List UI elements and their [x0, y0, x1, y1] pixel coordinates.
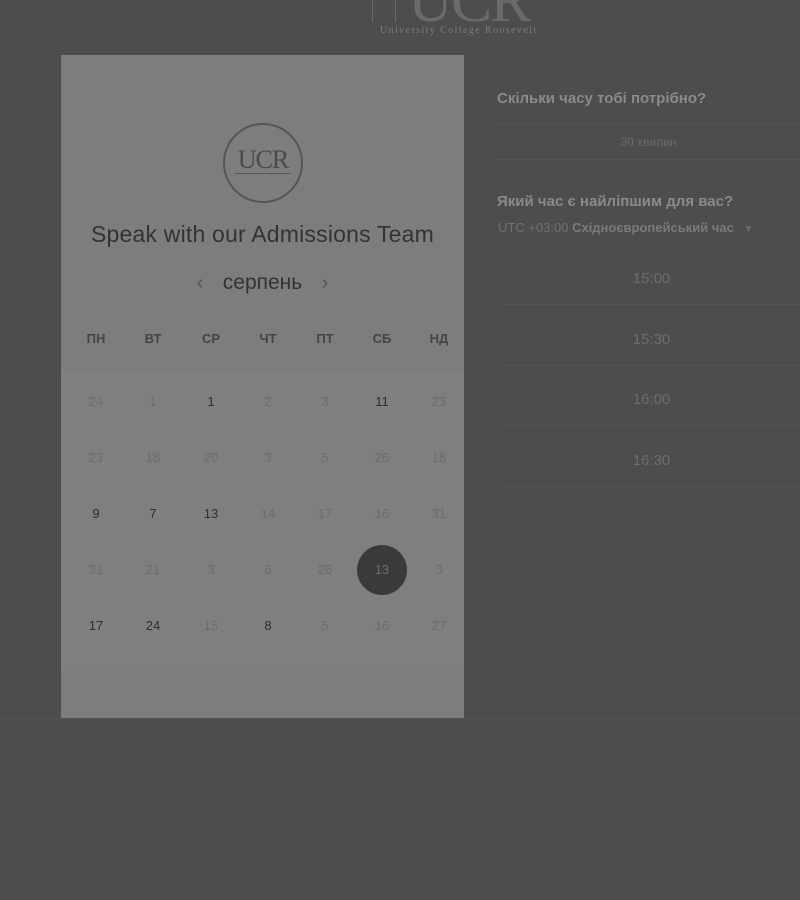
time-slot[interactable]: 16:30 — [503, 436, 800, 487]
calendar-day: 26 — [317, 562, 333, 577]
timezone-selector[interactable]: UTC +03:00 Східноєвропейський час ▼ — [498, 220, 753, 235]
calendar-day: 1 — [149, 394, 157, 409]
calendar-day: 20 — [203, 450, 219, 465]
calendar-day: 24 — [88, 394, 104, 409]
calendar-day: 18 — [431, 450, 447, 465]
weekday-label: ПТ — [316, 331, 334, 346]
card-logo-text: UCR — [237, 145, 289, 174]
calendar-day: 31 — [88, 562, 104, 577]
weekday-label: СР — [201, 331, 221, 346]
calendar-day: 21 — [145, 562, 161, 577]
calendar-day-selected[interactable]: 13 — [357, 545, 407, 595]
calendar-day[interactable]: 11 — [357, 377, 407, 427]
calendar-day: 2 — [264, 394, 272, 409]
duration-question: Скільки часу тобі потрібно? — [497, 90, 707, 107]
time-slot[interactable]: 15:30 — [503, 315, 800, 366]
calendar-day: 16 — [374, 618, 390, 633]
calendar-day: 5 — [321, 450, 329, 465]
calendar-day[interactable]: 7 — [128, 489, 178, 539]
calendar-day[interactable]: 17 — [71, 601, 121, 651]
calendar-day: 16 — [374, 506, 390, 521]
time-question: Який час є найліпшим для вас? — [497, 193, 734, 210]
timezone-offset: UTC +03:00 — [498, 220, 569, 235]
caret-down-icon: ▼ — [743, 224, 754, 235]
calendar-day[interactable]: 24 — [128, 601, 178, 651]
card-logo: UCR — [223, 123, 303, 203]
timezone-name: Східноєвропейський час — [572, 220, 734, 235]
calendar-day: 3 — [264, 450, 272, 465]
calendar-grid: 24 1 1 2 3 11 23 23 18 20 3 5 26 18 9 7 13 14 17 16 31 31 21 3 6… — [61, 371, 464, 671]
calendar-day: 23 — [431, 394, 447, 409]
weekday-label: НД — [429, 331, 449, 346]
month-label: серпень — [222, 271, 303, 294]
weekday-label: ПН — [86, 331, 106, 346]
calendar-card: UCR Speak with our Admissions Team ‹ сер… — [61, 55, 464, 718]
calendar-day[interactable]: 9 — [71, 489, 121, 539]
divider — [0, 718, 800, 719]
calendar-day: 3 — [321, 394, 329, 409]
calendar-day: 3 — [207, 562, 215, 577]
calendar-day: 27 — [431, 618, 447, 633]
calendar-day: 14 — [260, 506, 276, 521]
logo-tower-icon — [372, 0, 396, 22]
weekday-label: СБ — [372, 331, 392, 346]
calendar-day: 23 — [88, 450, 104, 465]
calendar-day: 26 — [374, 450, 390, 465]
calendar-day: 6 — [264, 562, 272, 577]
next-month-chevron-right-icon[interactable]: › — [313, 271, 337, 295]
calendar-day: 31 — [431, 506, 447, 521]
calendar-day[interactable]: 8 — [243, 601, 293, 651]
time-slot[interactable]: 15:00 — [503, 254, 800, 305]
calendar-day: 5 — [321, 618, 329, 633]
weekday-label: ЧТ — [259, 331, 277, 346]
month-navigation: ‹ серпень › — [61, 271, 464, 297]
calendar-day: 18 — [145, 450, 161, 465]
card-title: Speak with our Admissions Team — [90, 221, 435, 247]
duration-option[interactable]: 30 хвилин — [497, 124, 800, 160]
calendar-day[interactable]: 1 — [186, 377, 236, 427]
weekday-label: ВТ — [144, 331, 162, 346]
calendar-day: 3 — [435, 562, 443, 577]
calendar-day: 15 — [203, 618, 219, 633]
time-slot[interactable]: 16:00 — [503, 375, 800, 426]
calendar-day[interactable]: 13 — [186, 489, 236, 539]
scheduler-panel: Скільки часу тобі потрібно? 30 хвилин Як… — [497, 0, 800, 718]
calendar-day: 17 — [317, 506, 333, 521]
card-logo-underline — [235, 173, 291, 174]
